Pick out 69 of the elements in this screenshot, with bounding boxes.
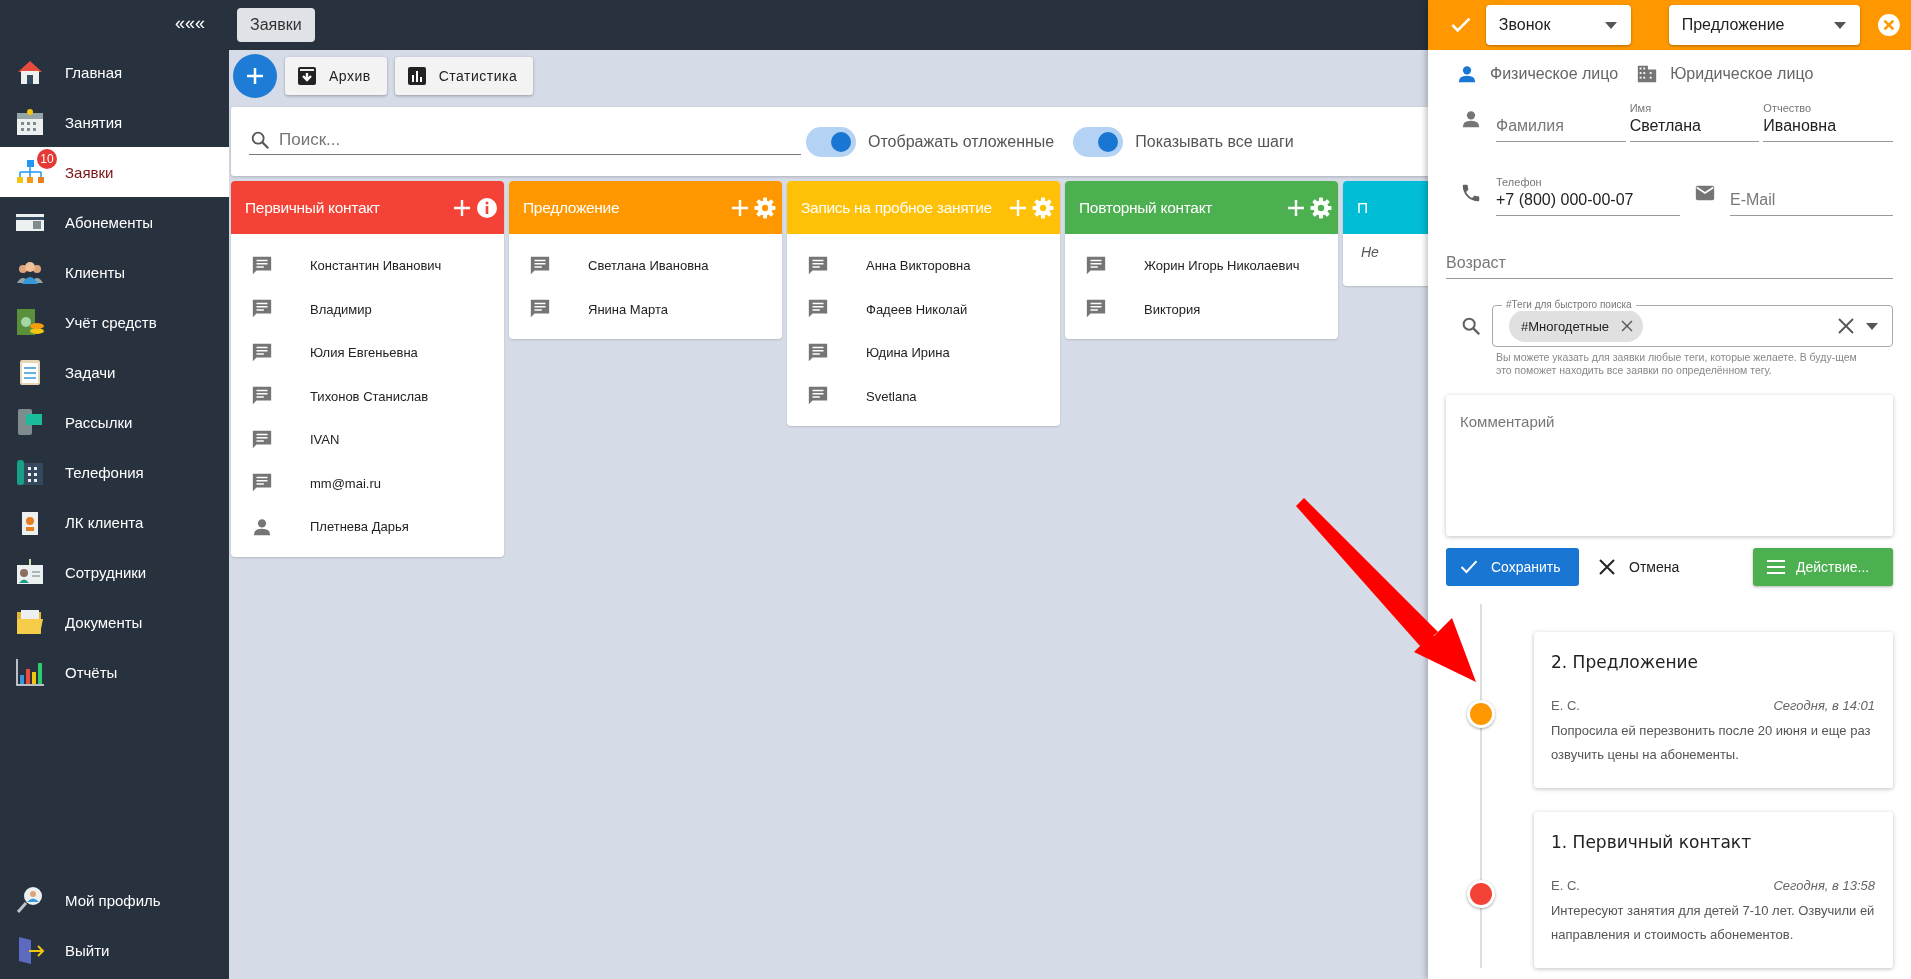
lead-card[interactable]: Светлана Ивановна [509, 244, 782, 288]
sidebar-item[interactable]: Мой профиль [0, 875, 229, 925]
toolbar-button[interactable]: Статистика [394, 57, 534, 95]
lead-card[interactable]: Юлия Евгеньевна [231, 331, 504, 375]
lead-card[interactable]: Константин Иванович [231, 244, 504, 288]
lead-card[interactable]: Владимир [231, 287, 504, 331]
sidebar-item[interactable]: Главная [0, 47, 229, 97]
lead-card[interactable]: Жорин Игорь Николаевич [1065, 244, 1338, 288]
email-field[interactable]: E-Mail [1730, 191, 1893, 209]
cancel-button[interactable]: Отмена [1593, 558, 1686, 576]
empty-note: Не [1361, 244, 1379, 260]
lead-card[interactable]: Плетнева Дарья [231, 505, 504, 549]
sidebar-item[interactable]: Клиенты [0, 247, 229, 297]
field-label: #Теги для быстрого поиска [1502, 298, 1636, 311]
lead-card[interactable]: Фадеев Николай [787, 287, 1060, 331]
history-time: Сегодня, в 14:01 [1773, 698, 1875, 713]
sidebar-item[interactable]: ЛК клиента [0, 497, 229, 547]
history-title: 1. Первичный контакт [1551, 832, 1753, 852]
sidebar-item[interactable]: Телефония [0, 447, 229, 497]
sidebar-item[interactable]: Выйти [0, 925, 229, 975]
save-button[interactable]: Сохранить [1446, 548, 1579, 586]
field-label: Отчество [1763, 102, 1813, 114]
sidebar-item[interactable]: Абонементы [0, 197, 229, 247]
sidebar-item[interactable]: Задачи [0, 347, 229, 397]
history-title: 2. Предложение [1551, 652, 1700, 672]
field-label: Имя [1629, 102, 1653, 114]
lead-card[interactable]: Тихонов Станислав [231, 374, 504, 418]
toggle-label: Показывать все шаги [1135, 132, 1294, 151]
lead-card[interactable]: Янина Марта [509, 287, 782, 331]
toolbar-button[interactable]: Архив [285, 57, 387, 95]
phone-field[interactable]: +7 (800) 000-00-07 [1496, 191, 1680, 209]
tag-chip[interactable]: #Многодетные [1509, 310, 1643, 342]
lead-card[interactable]: IVAN [231, 418, 504, 462]
lead-card[interactable]: mm@mai.ru [231, 461, 504, 505]
collapse-button[interactable]: ««« [174, 13, 205, 34]
count-badge: 10 [37, 149, 57, 169]
tab[interactable]: Заявки [237, 8, 315, 42]
column-title: Повторный контакт [1079, 198, 1213, 217]
sidebar-item[interactable]: Учёт средств [0, 297, 229, 347]
lead-card[interactable]: Виктория [1065, 287, 1338, 331]
history-author: Е. С. [1551, 698, 1580, 713]
tags-hint: Вы можете указать для заявки любые теги, которые желаете. В буду-щем это поможет находить все заявки по определённом тегу. [1496, 351, 1858, 377]
surname-field[interactable]: Фамилия [1496, 117, 1626, 135]
lead-card[interactable]: Анна Викторовна [787, 244, 1060, 288]
history-author: Е. С. [1551, 878, 1580, 893]
person-type-option[interactable]: Юридическое лицо [1636, 56, 1814, 92]
type-select[interactable]: Звонок [1485, 5, 1631, 45]
sidebar-item[interactable]: Отчёты [0, 647, 229, 697]
sidebar-item[interactable]: Занятия [0, 97, 229, 147]
history-text: Интересуют занятия для детей 7-10 лет. Озвучили ей направления и стоимость абонементов. [1551, 902, 1875, 944]
age-field[interactable]: Возраст [1446, 254, 1893, 272]
column-title: Первичный контакт [245, 198, 380, 217]
person-type-option[interactable]: Физическое лицо [1456, 56, 1619, 92]
name-field[interactable]: Светлана [1629, 117, 1760, 135]
field-label: Телефон [1496, 176, 1543, 188]
sidebar-item[interactable]: Документы [0, 597, 229, 647]
history-time: Сегодня, в 13:58 [1773, 878, 1875, 893]
sidebar-item[interactable]: 10 Заявки [0, 147, 229, 197]
lead-card[interactable]: Svetlana [787, 374, 1060, 418]
sidebar-item[interactable]: Сотрудники [0, 547, 229, 597]
stage-select[interactable]: Предложение [1668, 5, 1861, 45]
history-text: Попросила ей перезвонить после 20 июня и еще раз озвучить цены на абонементы. [1551, 722, 1872, 764]
column-title: П [1357, 198, 1368, 217]
toggle-label: Отображать отложенные [868, 132, 1055, 151]
patronymic-field[interactable]: Ивановна [1763, 117, 1893, 135]
column-title: Запись на пробное занятие [801, 198, 992, 217]
sidebar-item[interactable]: Рассылки [0, 397, 229, 447]
lead-card[interactable]: Юдина Ирина [787, 331, 1060, 375]
column-title: Предложение [523, 198, 620, 217]
